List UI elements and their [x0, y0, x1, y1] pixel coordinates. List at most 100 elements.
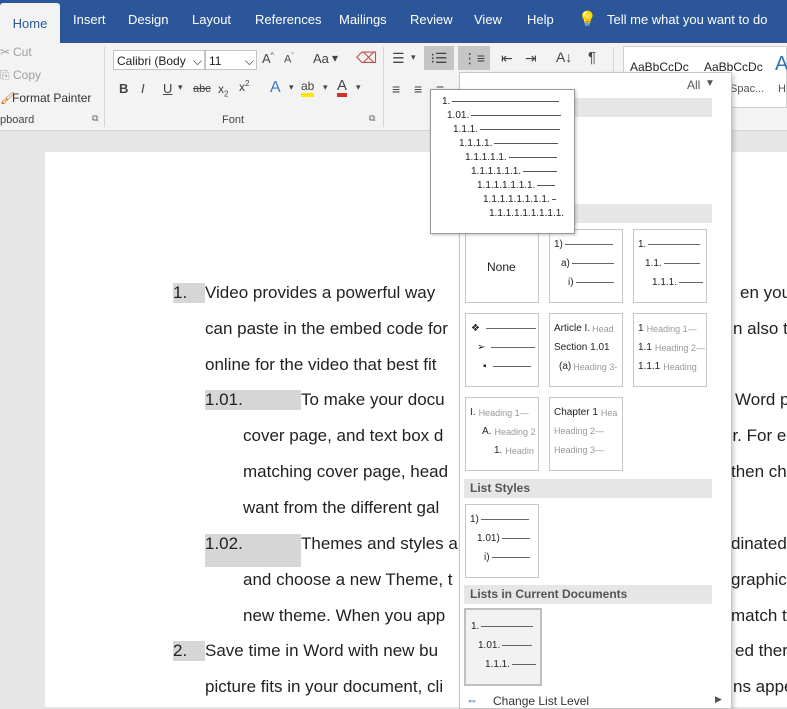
grow-font-icon[interactable]: A^: [262, 51, 274, 66]
font-size-value: 11: [209, 54, 222, 68]
level-label: 1.1: [638, 342, 652, 353]
level-label: 1.01.: [478, 640, 501, 651]
level-label: i): [568, 277, 574, 288]
tab-review[interactable]: Review: [410, 12, 453, 27]
doc-text: and choose a new Theme, t: [243, 570, 453, 589]
list-option-bullets[interactable]: ❖ ➢ ▪: [465, 313, 539, 387]
doc-text: ed ther: [735, 641, 787, 660]
copy-button[interactable]: Copy: [13, 68, 41, 82]
cut-button[interactable]: Cut: [13, 45, 32, 59]
doc-text: en you: [740, 283, 787, 302]
highlight-icon[interactable]: ab: [301, 79, 315, 97]
bullet-arrow-icon: ➢: [477, 342, 486, 353]
heading-label: Heading 1—: [646, 323, 697, 334]
style-label: Spac...: [730, 83, 765, 95]
list-number: 2.: [173, 641, 205, 661]
shrink-font-icon[interactable]: Aˇ: [284, 53, 294, 66]
format-painter-button[interactable]: Format Painter: [12, 91, 91, 105]
preview-level: 1.1.1.1.1.1.1.: [477, 180, 536, 191]
level-label: 1.1.1: [638, 361, 661, 372]
section-header-list-styles: List Styles: [464, 479, 712, 498]
tab-design[interactable]: Design: [128, 12, 168, 27]
tab-layout[interactable]: Layout: [192, 12, 231, 27]
clipboard-launcher-icon[interactable]: ⧉: [92, 113, 98, 124]
section-header-current-documents: Lists in Current Documents: [464, 585, 712, 604]
list-option-heading-decimal[interactable]: 1 Heading 1— 1.1 Heading 2— 1.1.1 Heading: [633, 313, 707, 387]
tab-references[interactable]: References: [255, 12, 321, 27]
clear-formatting-icon[interactable]: ⌫: [356, 49, 377, 67]
preview-level: 1.1.1.1.1.1.1.1.: [483, 194, 550, 205]
italic-icon[interactable]: I: [141, 81, 145, 96]
font-size-combo[interactable]: 11 ⌵: [205, 50, 257, 70]
tab-mailings[interactable]: Mailings: [339, 12, 387, 27]
level-label: A.: [482, 426, 492, 437]
change-list-level-item[interactable]: ⇔ Change List Level ▶: [460, 691, 731, 708]
text-effects-icon[interactable]: A: [270, 79, 281, 97]
chevron-down-icon: ▾: [332, 51, 339, 65]
font-launcher-icon[interactable]: ⧉: [369, 113, 375, 124]
font-name-combo[interactable]: Calibri (Body ⌵: [113, 50, 205, 70]
level-label: 1.1.: [645, 258, 662, 269]
lightbulb-icon: 💡: [578, 11, 597, 28]
list-option-none[interactable]: None: [465, 229, 539, 303]
list-preview-tooltip: 1. 1.01. 1.1.1. 1.1.1.1. 1.1.1.1.1. 1.1.…: [430, 89, 575, 234]
bullets-icon[interactable]: ☰: [392, 50, 405, 67]
heading-label: Headin: [505, 445, 534, 456]
show-marks-icon[interactable]: ¶: [588, 49, 596, 66]
doc-text: can paste in the embed code for: [205, 319, 448, 338]
list-number: 1.: [173, 283, 205, 303]
underline-icon[interactable]: U: [163, 81, 172, 96]
list-number: 1.01.: [205, 390, 301, 410]
multilevel-list-icon[interactable]: ⋮≡: [458, 46, 490, 70]
doc-text: Word p: [735, 390, 787, 409]
cut-icon: ✂: [0, 45, 11, 59]
tab-view[interactable]: View: [474, 12, 502, 27]
doc-text: Save time in Word with new bu: [205, 641, 439, 660]
decrease-indent-icon[interactable]: ⇤: [501, 50, 513, 67]
list-level-icon: ⇔: [466, 693, 478, 707]
subscript-icon[interactable]: x2: [218, 82, 228, 98]
align-left-icon[interactable]: ≡: [392, 81, 400, 97]
bold-icon[interactable]: B: [119, 81, 128, 96]
chevron-right-icon: ▶: [715, 694, 722, 704]
tab-help[interactable]: Help: [527, 12, 554, 27]
tab-home[interactable]: Home: [0, 3, 60, 43]
chevron-down-icon: ▾: [356, 82, 361, 92]
list-option-decimal[interactable]: 1. 1.1. 1.1.1.: [633, 229, 707, 303]
doc-text: dinated: [731, 534, 787, 553]
numbering-icon[interactable]: ⁝☰: [424, 46, 454, 70]
doc-text: want from the different gal: [243, 498, 440, 517]
list-option-chapter[interactable]: Chapter 1 Hea Heading 2— Heading 3—: [549, 397, 623, 471]
level-label: 1.: [494, 445, 503, 456]
doc-text: n also ty: [733, 319, 787, 338]
doc-text: matching cover page, head: [243, 462, 449, 481]
chevron-down-icon: ▾: [289, 82, 294, 92]
doc-text: ns appe: [733, 677, 787, 696]
tab-insert[interactable]: Insert: [73, 12, 106, 27]
preview-level: 1.: [442, 96, 451, 107]
heading-label: Heading 2—: [554, 426, 605, 436]
level-label: 1.1.1.: [485, 659, 511, 670]
font-color-icon[interactable]: A: [337, 78, 348, 97]
level-label: 1): [470, 514, 479, 525]
preview-level: 1.1.1.1.1.1.: [471, 166, 522, 177]
sort-icon[interactable]: A↓: [556, 49, 572, 65]
increase-indent-icon[interactable]: ⇥: [525, 50, 537, 67]
gallery-filter[interactable]: All: [687, 78, 700, 92]
heading-label: Heading 1—: [478, 407, 529, 418]
tell-me-box[interactable]: Tell me what you want to do: [607, 12, 767, 27]
chevron-down-icon: ▾: [178, 82, 183, 92]
current-document-list-option[interactable]: 1. 1.01. 1.1.1.: [464, 608, 542, 686]
list-option-parenthesis[interactable]: 1) a) i): [549, 229, 623, 303]
change-case-button[interactable]: Aa: [313, 51, 329, 66]
list-option-heading-roman[interactable]: I. Heading 1— A. Heading 2 1. Headin: [465, 397, 539, 471]
superscript-icon[interactable]: x2: [239, 79, 249, 94]
list-style-option[interactable]: 1) 1.01) i): [465, 504, 539, 578]
ribbon-tab-bar: Home Insert Design Layout References Mai…: [0, 0, 787, 43]
align-center-icon[interactable]: ≡: [414, 81, 422, 97]
list-option-article-section[interactable]: Article I. Head Section 1.01 (a) Heading 3…: [549, 313, 623, 387]
level-label: 1): [554, 239, 563, 250]
heading-label: Heading 3-: [573, 361, 618, 372]
strikethrough-icon[interactable]: abc: [193, 83, 211, 95]
style-heading-1[interactable]: A: [775, 53, 787, 76]
